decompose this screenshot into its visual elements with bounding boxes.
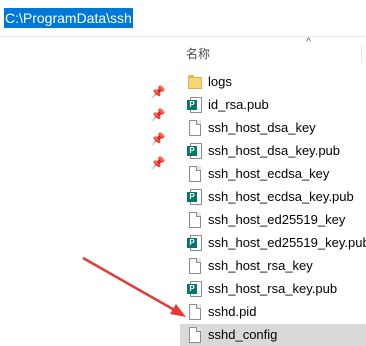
sort-up-icon: ^ xyxy=(306,36,312,48)
file-row[interactable]: ssh_host_ed25519_key xyxy=(180,209,366,231)
file-icon xyxy=(187,304,203,320)
file-name: id_rsa.pub xyxy=(208,97,269,112)
file-name: ssh_host_rsa_key xyxy=(208,258,313,273)
column-header: ^ 名称 xyxy=(175,36,366,67)
file-name: ssh_host_ecdsa_key xyxy=(208,166,330,181)
file-row[interactable]: Pssh_host_dsa_key.pub xyxy=(180,140,366,162)
publisher-file-icon: P xyxy=(187,97,203,113)
file-icon xyxy=(187,212,203,228)
publisher-file-icon: P xyxy=(187,189,203,205)
address-input[interactable]: C:\ProgramData\ssh xyxy=(4,8,133,28)
file-name: ssh_host_dsa_key.pub xyxy=(208,143,341,158)
pin-icon[interactable]: 📌 xyxy=(150,131,166,147)
file-row[interactable]: ssh_host_rsa_key xyxy=(180,255,366,277)
file-name: ssh_host_ed25519_key.pub xyxy=(208,235,366,250)
file-name: ssh_host_rsa_key.pub xyxy=(208,281,338,296)
file-row[interactable]: Pssh_host_ed25519_key.pub xyxy=(180,232,366,254)
file-row[interactable]: sshd_config xyxy=(180,324,366,346)
file-icon xyxy=(187,258,203,274)
file-name: ssh_host_ed25519_key xyxy=(208,212,346,227)
file-name: logs xyxy=(208,74,232,89)
pin-icon[interactable]: 📌 xyxy=(150,107,166,123)
file-name: ssh_host_ecdsa_key.pub xyxy=(208,189,354,204)
navigation-pane: 📌 📌 📌 📌 xyxy=(0,37,175,326)
file-name: sshd_config xyxy=(208,327,278,342)
file-row[interactable]: logs xyxy=(180,71,366,93)
file-icon xyxy=(187,166,203,182)
publisher-file-icon: P xyxy=(187,143,203,159)
folder-icon xyxy=(187,74,203,90)
pin-icon[interactable]: 📌 xyxy=(150,155,166,171)
file-row[interactable]: Pid_rsa.pub xyxy=(180,94,366,116)
file-name: ssh_host_dsa_key xyxy=(208,120,316,135)
file-row[interactable]: ssh_host_ecdsa_key xyxy=(180,163,366,185)
address-bar[interactable]: C:\ProgramData\ssh xyxy=(0,0,366,37)
file-name: sshd.pid xyxy=(208,304,257,319)
column-divider[interactable] xyxy=(361,45,362,63)
publisher-file-icon: P xyxy=(187,281,203,297)
file-icon xyxy=(187,120,203,136)
file-icon xyxy=(187,327,203,343)
name-column-header[interactable]: 名称 xyxy=(186,45,210,62)
file-row[interactable]: Pssh_host_rsa_key.pub xyxy=(180,278,366,300)
file-row[interactable]: sshd.pid xyxy=(180,301,366,323)
file-row[interactable]: Pssh_host_ecdsa_key.pub xyxy=(180,186,366,208)
publisher-file-icon: P xyxy=(187,235,203,251)
file-row[interactable]: ssh_host_dsa_key xyxy=(180,117,366,139)
pin-icon[interactable]: 📌 xyxy=(150,84,166,100)
